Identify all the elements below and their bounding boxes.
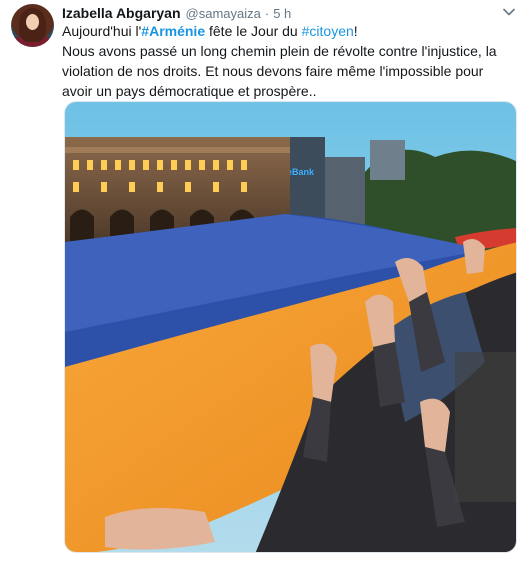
text-middle: fête le Jour du (205, 23, 302, 39)
text-body: Nous avons passé un long chemin plein de… (62, 43, 497, 99)
photo-armenian-flag-crowd: ConverseBank (65, 102, 516, 552)
hashtag-citoyen[interactable]: #citoyen (302, 23, 354, 39)
hashtag-armenie-label: #Arménie (141, 23, 206, 39)
separator: · (264, 6, 270, 21)
text-exclaim: ! (353, 23, 358, 39)
hashtag-armenie[interactable]: #Arménie (141, 23, 205, 39)
avatar[interactable] (11, 4, 54, 47)
tweet-text: Aujourd'hui l'#Arménie fête le Jour du #… (62, 21, 517, 101)
text-intro: Aujourd'hui l' (62, 23, 142, 39)
avatar-face (26, 14, 39, 30)
timestamp[interactable]: 5 h (273, 6, 291, 21)
tweet-header: Izabella Abgaryan @samayaiza · 5 h (62, 5, 291, 21)
author-name[interactable]: Izabella Abgaryan (62, 5, 181, 21)
tweet[interactable]: Izabella Abgaryan @samayaiza · 5 h Aujou… (0, 0, 527, 563)
author-handle[interactable]: @samayaiza (186, 6, 261, 21)
chevron-down-icon[interactable] (500, 3, 518, 21)
tweet-photo[interactable]: ConverseBank (64, 101, 517, 553)
